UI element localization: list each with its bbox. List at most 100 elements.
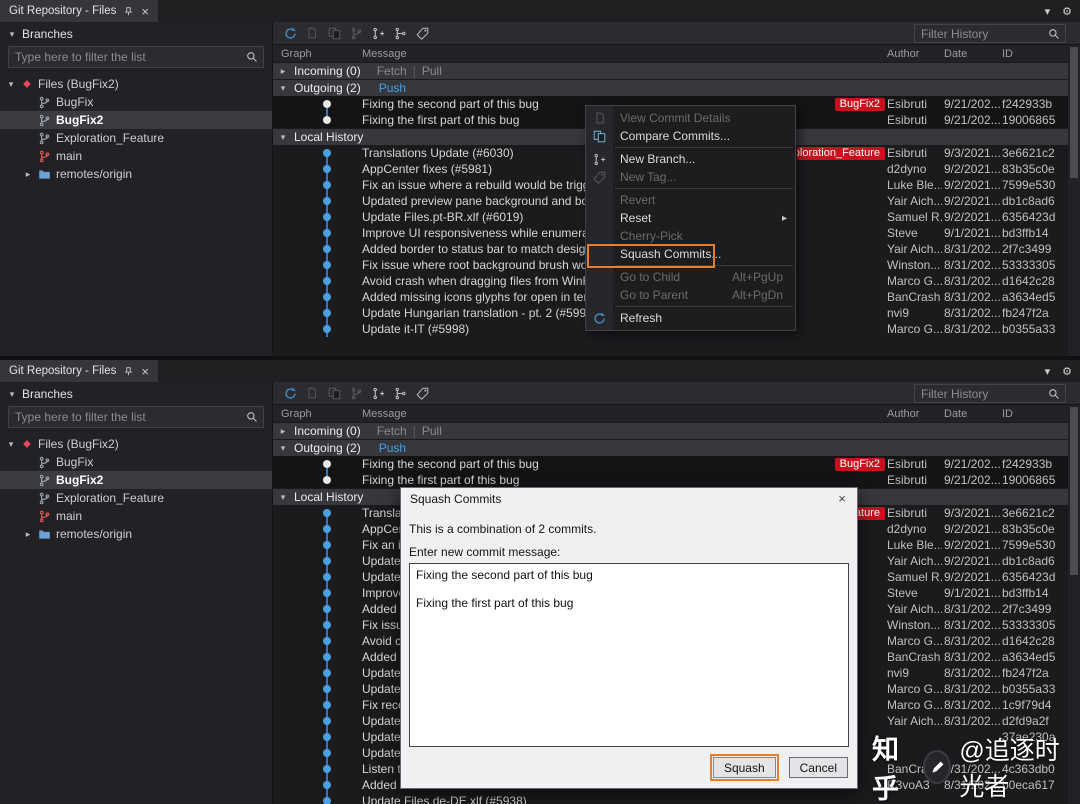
column-author[interactable]: Author: [885, 408, 942, 420]
merge-icon[interactable]: [389, 383, 411, 403]
chevron-down-icon[interactable]: ▾: [1045, 5, 1051, 18]
squash-commits-dialog: Squash Commits × This is a combination o…: [400, 487, 858, 789]
graph-cell: [273, 665, 356, 681]
fetch-link[interactable]: Fetch: [377, 64, 407, 78]
sidebar-item-bugfix[interactable]: BugFix: [0, 453, 272, 471]
tab-git-repository-files[interactable]: Git Repository - Files ×: [0, 360, 158, 382]
sidebar-item-remotes-origin[interactable]: ▸remotes/origin: [0, 165, 272, 183]
commit-dot-icon: [323, 245, 331, 253]
branches-header[interactable]: ▾ Branches: [0, 22, 272, 44]
chevron-right-icon[interactable]: ▸: [23, 529, 33, 540]
branch-filter-input[interactable]: [9, 47, 263, 67]
commit-dot-icon: [323, 116, 331, 124]
column-graph[interactable]: Graph: [273, 48, 356, 60]
column-message[interactable]: Message: [356, 408, 885, 420]
commit-date: 9/2/2021...: [942, 178, 1000, 192]
chevron-down-icon[interactable]: ▾: [6, 79, 16, 90]
tab-git-repository-files[interactable]: Git Repository - Files ×: [0, 0, 158, 22]
column-message[interactable]: Message: [356, 48, 885, 60]
filter-history-input[interactable]: [915, 25, 1065, 42]
commit-author: nvi9: [885, 306, 942, 320]
close-icon[interactable]: ×: [827, 491, 857, 506]
sidebar-item-main[interactable]: main: [0, 507, 272, 525]
sidebar-item-bugfix2[interactable]: BugFix2: [0, 111, 272, 129]
outgoing-section[interactable]: ▾ Outgoing (2) Push: [273, 440, 1080, 456]
sidebar-item-main[interactable]: main: [0, 147, 272, 165]
pull-link[interactable]: Pull: [422, 64, 442, 78]
sidebar-item-files-bugfix2[interactable]: ▾Files (BugFix2): [0, 75, 272, 93]
gear-icon[interactable]: ⚙: [1062, 5, 1072, 18]
commit-dot-icon: [323, 149, 331, 157]
search-icon[interactable]: [1048, 28, 1060, 40]
commit-dot-icon: [323, 589, 331, 597]
new-branch-icon[interactable]: [367, 23, 389, 43]
incoming-links: Fetch | Pull: [377, 424, 442, 438]
branches-label: Branches: [22, 387, 73, 401]
commit-details-icon[interactable]: [301, 23, 323, 43]
compare-commits-icon[interactable]: [323, 383, 345, 403]
merge-icon[interactable]: [389, 23, 411, 43]
pull-link[interactable]: Pull: [422, 424, 442, 438]
sidebar-item-bugfix[interactable]: BugFix: [0, 93, 272, 111]
commit-date: 8/31/202...: [942, 618, 1000, 632]
column-graph[interactable]: Graph: [273, 408, 356, 420]
fetch-link[interactable]: Fetch: [377, 424, 407, 438]
new-tag-icon[interactable]: [411, 383, 433, 403]
commit-message-textarea[interactable]: Fixing the second part of this bug Fixin…: [409, 563, 849, 747]
column-id[interactable]: ID: [1000, 408, 1066, 420]
menu-item-refresh[interactable]: Refresh: [586, 309, 795, 327]
sidebar-item-exploration-feature[interactable]: Exploration_Feature: [0, 129, 272, 147]
pin-icon[interactable]: [123, 6, 134, 17]
close-icon[interactable]: ×: [141, 365, 149, 378]
commit-details-icon[interactable]: [301, 383, 323, 403]
compare-commits-icon[interactable]: [323, 23, 345, 43]
new-tag-icon[interactable]: [411, 23, 433, 43]
sidebar-item-bugfix2[interactable]: BugFix2: [0, 471, 272, 489]
commit-date: 9/21/202...: [942, 473, 1000, 487]
browse-branch-icon[interactable]: [345, 383, 367, 403]
sidebar-item-exploration-feature[interactable]: Exploration_Feature: [0, 489, 272, 507]
search-icon[interactable]: [246, 51, 258, 63]
commit-dot-icon: [323, 309, 331, 317]
refresh-icon[interactable]: [279, 23, 301, 43]
search-icon[interactable]: [1048, 388, 1060, 400]
submenu-arrow-icon: ▸: [782, 213, 787, 224]
commit-id: 53333305: [1000, 258, 1066, 272]
outgoing-section[interactable]: ▾ Outgoing (2) Push: [273, 80, 1080, 96]
menu-item-squash-commits[interactable]: Squash Commits...: [586, 245, 795, 263]
cancel-button[interactable]: Cancel: [789, 757, 848, 778]
chevron-down-icon[interactable]: ▾: [1045, 365, 1051, 378]
branches-header[interactable]: ▾ Branches: [0, 382, 272, 404]
browse-branch-icon[interactable]: [345, 23, 367, 43]
squash-button[interactable]: Squash: [713, 757, 776, 778]
refresh-icon[interactable]: [279, 383, 301, 403]
push-link[interactable]: Push: [379, 81, 406, 95]
new-branch-icon[interactable]: [367, 383, 389, 403]
chevron-down-icon[interactable]: ▾: [6, 439, 16, 450]
menu-item-reset[interactable]: Reset▸: [586, 209, 795, 227]
column-date[interactable]: Date: [942, 48, 1000, 60]
menu-item-compare-commits[interactable]: Compare Commits...: [586, 127, 795, 145]
sidebar-item-files-bugfix2[interactable]: ▾Files (BugFix2): [0, 435, 272, 453]
commit-row[interactable]: Fixing the first part of this bugEsibrut…: [273, 472, 1080, 488]
dialog-titlebar[interactable]: Squash Commits ×: [401, 488, 857, 509]
column-id[interactable]: ID: [1000, 48, 1066, 60]
column-author[interactable]: Author: [885, 48, 942, 60]
filter-history-input[interactable]: [915, 385, 1065, 402]
close-icon[interactable]: ×: [141, 5, 149, 18]
menu-item-new-branch[interactable]: New Branch...: [586, 150, 795, 168]
pin-icon[interactable]: [123, 366, 134, 377]
chevron-right-icon[interactable]: ▸: [23, 169, 33, 180]
commit-row[interactable]: Fixing the second part of this bugBugFix…: [273, 456, 1080, 472]
column-date[interactable]: Date: [942, 408, 1000, 420]
gear-icon[interactable]: ⚙: [1062, 365, 1072, 378]
push-link[interactable]: Push: [379, 441, 406, 455]
branch-filter-input[interactable]: [9, 407, 263, 427]
search-icon[interactable]: [246, 411, 258, 423]
vertical-scrollbar[interactable]: [1068, 45, 1080, 356]
sidebar-item-remotes-origin[interactable]: ▸remotes/origin: [0, 525, 272, 543]
incoming-section[interactable]: ▸ Incoming (0) Fetch | Pull: [273, 423, 1080, 439]
scrollbar-thumb[interactable]: [1070, 407, 1078, 575]
incoming-section[interactable]: ▸ Incoming (0) Fetch | Pull: [273, 63, 1080, 79]
scrollbar-thumb[interactable]: [1070, 47, 1078, 178]
